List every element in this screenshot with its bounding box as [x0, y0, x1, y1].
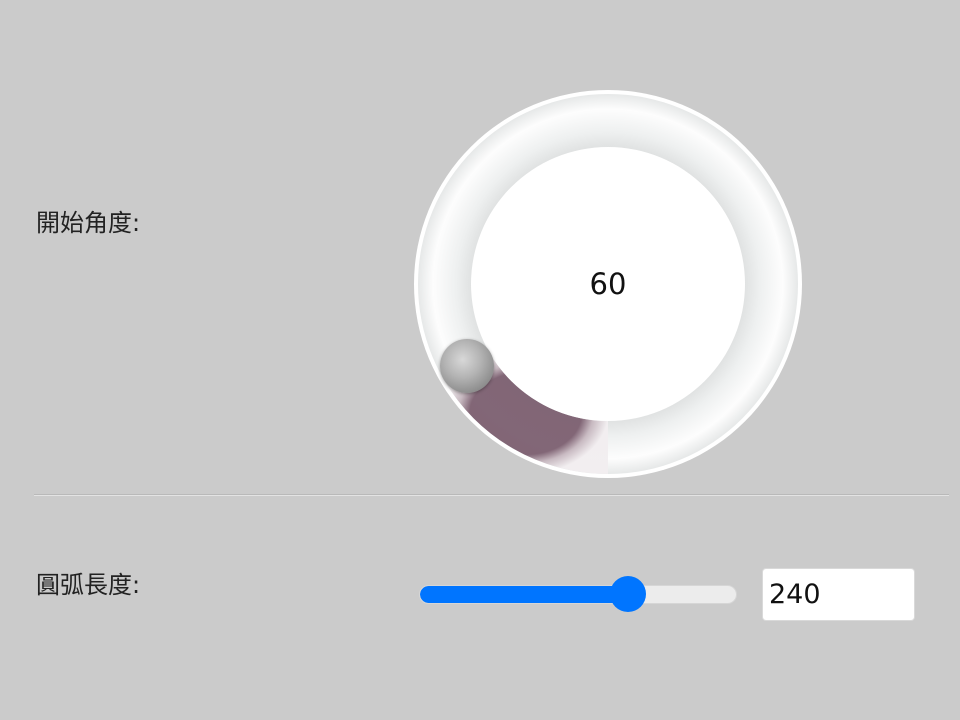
arc-length-slider-thumb[interactable] — [610, 576, 647, 612]
arc-settings-page: 開始角度: 60 圓弧長度: 240 — [0, 0, 960, 720]
start-angle-label: 開始角度: — [36, 209, 141, 237]
divider — [34, 494, 949, 496]
arc-length-slider-track[interactable] — [419, 585, 737, 604]
knob-center — [471, 147, 745, 421]
arc-length-input[interactable] — [762, 568, 915, 621]
knob-handle-icon[interactable] — [439, 338, 494, 393]
arc-length-slider-fill — [420, 586, 630, 603]
arc-length-label: 圓弧長度: — [36, 571, 141, 599]
start-angle-knob[interactable]: 60 — [413, 89, 803, 479]
knob-dial[interactable] — [413, 89, 803, 479]
